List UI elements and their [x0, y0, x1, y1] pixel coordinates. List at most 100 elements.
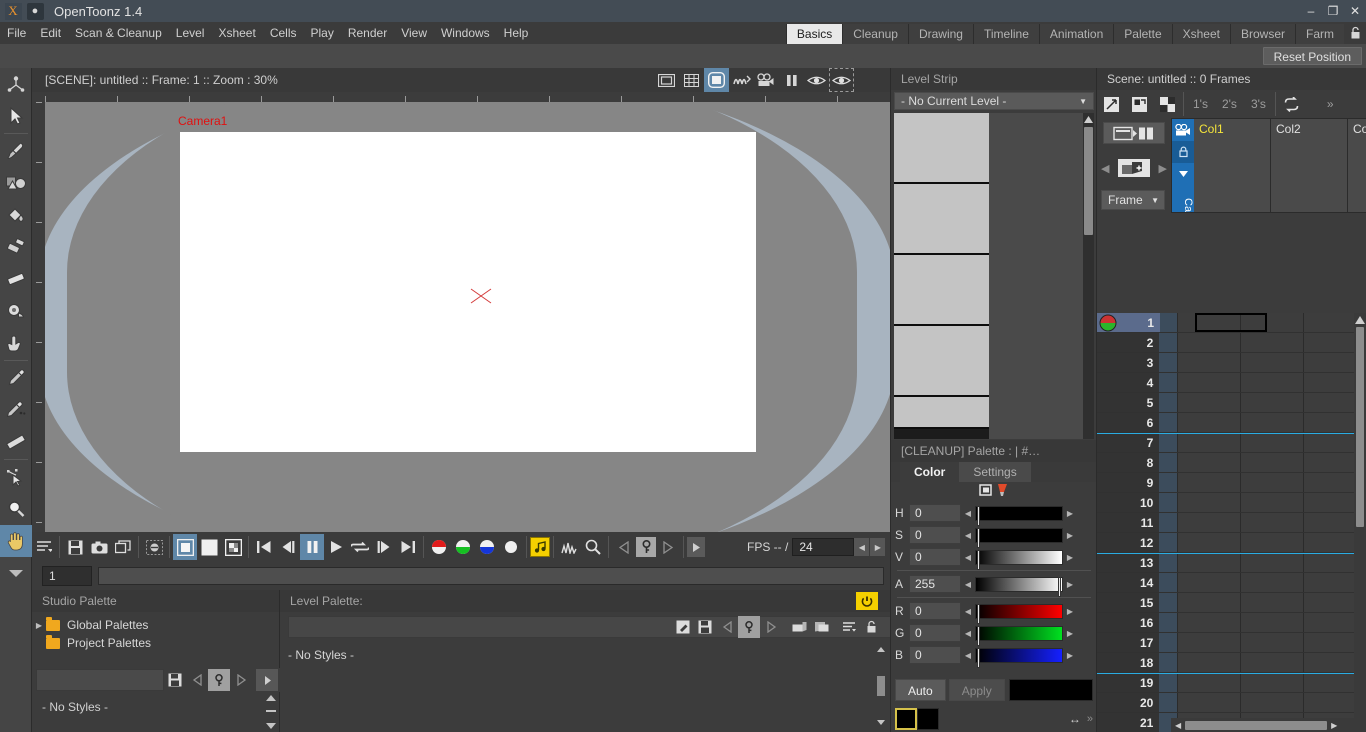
- last-frame-icon[interactable]: [396, 534, 420, 560]
- cell-col1[interactable]: [1177, 633, 1241, 652]
- brush-tool[interactable]: [0, 135, 32, 167]
- camera-cell[interactable]: [1159, 393, 1178, 412]
- palette-menu-icon[interactable]: [838, 616, 860, 638]
- compare-icon[interactable]: [111, 534, 135, 560]
- minimize-button[interactable]: –: [1300, 0, 1322, 22]
- cell-col2[interactable]: [1240, 373, 1304, 392]
- cell-col2[interactable]: [1240, 653, 1304, 672]
- menu-xsheet[interactable]: Xsheet: [211, 22, 262, 44]
- frame-number[interactable]: 8: [1120, 453, 1160, 472]
- finger-tool[interactable]: [0, 327, 32, 359]
- cell-col2[interactable]: [1240, 434, 1304, 452]
- cell-col1[interactable]: [1177, 573, 1241, 592]
- current-frame-field[interactable]: 1: [42, 566, 92, 586]
- channel-slider-h[interactable]: [975, 505, 1063, 526]
- first-frame-icon[interactable]: [252, 534, 276, 560]
- room-tab-animation[interactable]: Animation: [1038, 24, 1114, 44]
- onion-skin-gutter[interactable]: [1097, 313, 1121, 332]
- expand-arrow-icon[interactable]: [256, 669, 278, 691]
- table-row[interactable]: 3: [1097, 353, 1366, 373]
- frame-number[interactable]: 14: [1120, 573, 1160, 592]
- cell-col2[interactable]: [1240, 533, 1304, 552]
- xsheet-column-header-col2[interactable]: Col2: [1272, 119, 1348, 212]
- cell-col2[interactable]: [1240, 333, 1304, 352]
- viewer-canvas[interactable]: Camera1: [45, 102, 890, 532]
- key-icon[interactable]: [636, 537, 656, 557]
- new-raster-level-icon[interactable]: [1153, 91, 1181, 117]
- cell-col1[interactable]: [1177, 473, 1241, 492]
- cell-col1[interactable]: [1177, 393, 1241, 412]
- level-strip-thumbnail[interactable]: [894, 184, 989, 255]
- new-vector-level-icon[interactable]: [1097, 91, 1125, 117]
- channel-increase-icon[interactable]: ▶: [1063, 607, 1077, 616]
- cell-col2[interactable]: [1240, 674, 1304, 692]
- camera-cell[interactable]: [1159, 493, 1178, 512]
- matte-channel-icon[interactable]: [499, 534, 523, 560]
- cell-col1[interactable]: [1177, 413, 1241, 432]
- frame-number[interactable]: 9: [1120, 473, 1160, 492]
- frame-number[interactable]: 16: [1120, 613, 1160, 632]
- histogram-view-icon[interactable]: [557, 534, 581, 560]
- new-toonz-raster-level-icon[interactable]: [1125, 91, 1153, 117]
- tree-item-global-palettes[interactable]: ▶ Global Palettes: [32, 616, 279, 634]
- camera-frame[interactable]: [180, 132, 756, 452]
- camera-cell[interactable]: [1159, 613, 1178, 632]
- cell-col1[interactable]: [1177, 434, 1241, 452]
- room-tab-cleanup[interactable]: Cleanup: [842, 24, 908, 44]
- table-row[interactable]: 17: [1097, 633, 1366, 653]
- frame-number[interactable]: 10: [1120, 493, 1160, 512]
- play-icon[interactable]: [324, 534, 348, 560]
- room-tab-xsheet[interactable]: Xsheet: [1171, 24, 1230, 44]
- frame-slider[interactable]: [98, 567, 884, 585]
- cell-col1[interactable]: [1177, 453, 1241, 472]
- cell-col2[interactable]: [1240, 554, 1304, 572]
- table-row[interactable]: 16: [1097, 613, 1366, 633]
- table-row[interactable]: 14: [1097, 573, 1366, 593]
- level-strip-thumbnail-column[interactable]: [894, 113, 989, 439]
- room-tab-basics[interactable]: Basics: [785, 24, 843, 44]
- channel-increase-icon[interactable]: ▶: [1063, 509, 1077, 518]
- rgb-picker-tool[interactable]: [0, 394, 32, 426]
- save-images-icon[interactable]: [63, 534, 87, 560]
- channel-slider-g[interactable]: [975, 625, 1063, 646]
- sound-icon[interactable]: [530, 537, 550, 557]
- cell-col2[interactable]: [1240, 353, 1304, 372]
- sub-camera-preview-icon[interactable]: [829, 68, 854, 92]
- table-row[interactable]: 6: [1097, 413, 1366, 433]
- prev-column-icon[interactable]: ◀: [1101, 162, 1109, 175]
- prev-key-icon[interactable]: [612, 534, 636, 560]
- zoom-tool[interactable]: [0, 493, 32, 525]
- channel-value-h[interactable]: 0: [909, 504, 961, 522]
- frame-display-dropdown[interactable]: Frame ▼: [1101, 190, 1165, 210]
- next-key-icon[interactable]: [230, 669, 252, 691]
- preview-icon[interactable]: [804, 68, 829, 92]
- style-picker-tool[interactable]: [0, 362, 32, 394]
- channel-decrease-icon[interactable]: ◀: [961, 607, 975, 616]
- paint-brush-tool[interactable]: [0, 231, 32, 263]
- table-row[interactable]: 15: [1097, 593, 1366, 613]
- cell-col2[interactable]: [1240, 413, 1304, 432]
- level-strip-thumbnail[interactable]: [894, 326, 989, 397]
- viewer-ruler-left[interactable]: [32, 102, 45, 532]
- frame-number[interactable]: 5: [1120, 393, 1160, 412]
- table-row[interactable]: 18: [1097, 653, 1366, 673]
- cell-col1[interactable]: [1177, 373, 1241, 392]
- fps-decrease-button[interactable]: ◀: [854, 538, 870, 556]
- room-tab-farm[interactable]: Farm: [1295, 24, 1344, 44]
- menu-scan-cleanup[interactable]: Scan & Cleanup: [68, 22, 169, 44]
- frame-number[interactable]: 19: [1120, 674, 1160, 692]
- channel-increase-icon[interactable]: ▶: [1063, 629, 1077, 638]
- solid-color-icon[interactable]: [978, 483, 993, 500]
- channel-slider-b[interactable]: [975, 647, 1063, 668]
- menu-cells[interactable]: Cells: [263, 22, 304, 44]
- frame-number[interactable]: 18: [1120, 653, 1160, 672]
- toggle-palette-link-icon[interactable]: [856, 592, 878, 610]
- white-background-icon[interactable]: [173, 534, 197, 560]
- fill-tool[interactable]: [0, 199, 32, 231]
- cell-col1[interactable]: [1177, 333, 1241, 352]
- tree-item-project-palettes[interactable]: Project Palettes: [32, 634, 279, 652]
- camera-stand-view-icon[interactable]: [754, 68, 779, 92]
- repeat-icon[interactable]: [1278, 91, 1306, 117]
- camera-cell[interactable]: [1159, 693, 1178, 712]
- new-style-icon[interactable]: [788, 616, 810, 638]
